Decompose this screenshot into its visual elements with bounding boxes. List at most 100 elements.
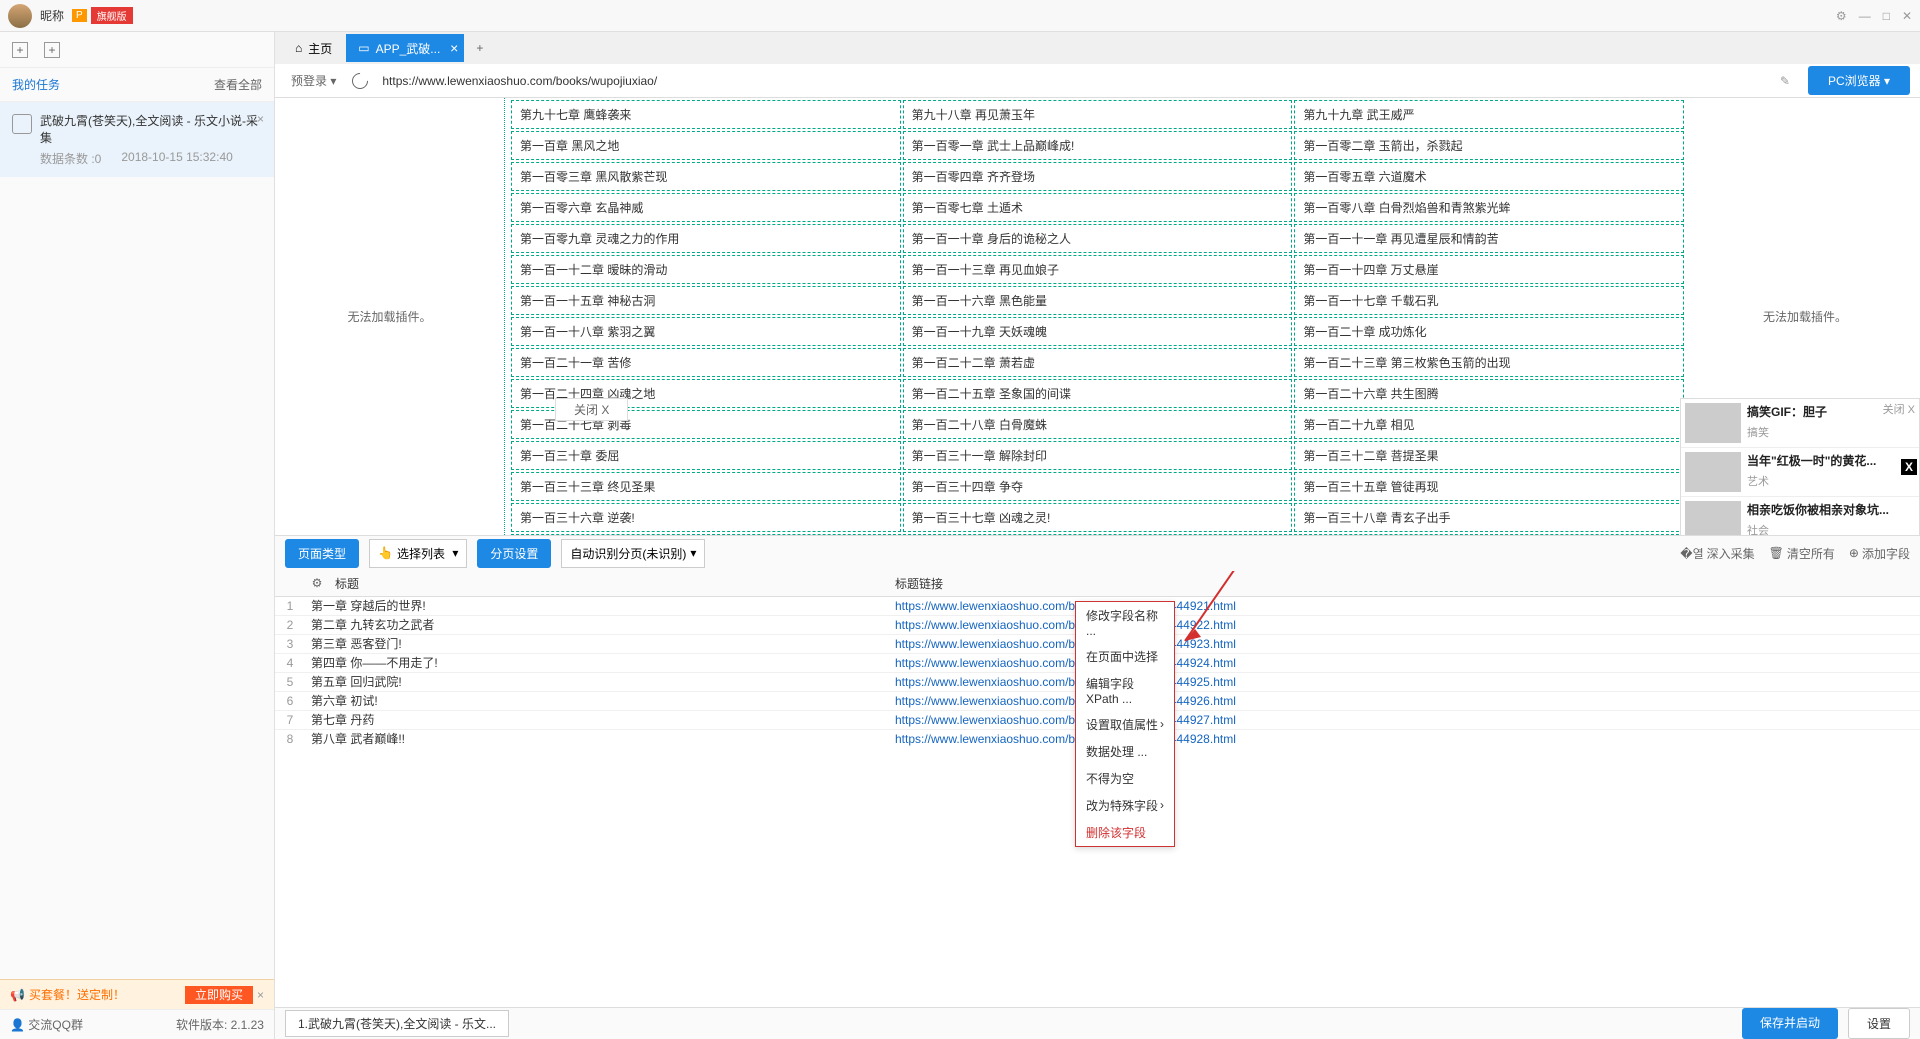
chapter-link[interactable]: 第一百零一章 武士上品巅峰成! (903, 131, 1293, 160)
chapter-link[interactable]: 第一百三十五章 管徒再现 (1294, 472, 1684, 501)
chapter-link[interactable]: 第一百二十五章 圣象国的间谍 (903, 379, 1293, 408)
prelogin-dropdown[interactable]: 预登录 ▾ (285, 72, 342, 89)
row-link[interactable]: https://www.lewenxiaoshuo.com/books/wupo… (889, 675, 1236, 689)
ad-item[interactable]: 相亲吃饭你被相亲对象坑...社会 (1681, 497, 1919, 535)
maximize-icon[interactable]: □ (1883, 9, 1890, 23)
chapter-link[interactable]: 第一百三十二章 菩提圣果 (1294, 441, 1684, 470)
page-type-button[interactable]: 页面类型 (285, 539, 359, 568)
column-title[interactable]: 标题 (329, 575, 889, 592)
chapter-link[interactable]: 第一百零五章 六道魔术 (1294, 162, 1684, 191)
select-list-dropdown[interactable]: 👆 选择列表 ▾ (369, 539, 467, 568)
chapter-link[interactable]: 第一百三十章 委屈 (511, 441, 901, 470)
ctx-select-in-page[interactable]: 在页面中选择 (1076, 643, 1174, 670)
chapter-link[interactable]: 第一百一十一章 再见遭星辰和情韵苦 (1294, 224, 1684, 253)
chapter-link[interactable]: 第一百一十七章 千载石乳 (1294, 286, 1684, 315)
column-link[interactable]: 标题链接 (889, 575, 943, 592)
settings-button[interactable]: 设置 (1848, 1008, 1910, 1039)
edit-icon[interactable]: ✎ (1772, 74, 1798, 88)
row-link[interactable]: https://www.lewenxiaoshuo.com/books/wupo… (889, 732, 1236, 746)
chapter-link[interactable]: 第一百二十八章 白骨魔蛛 (903, 410, 1293, 439)
chapter-link[interactable]: 第一百一十九章 天妖魂魄 (903, 317, 1293, 346)
ctx-special-field[interactable]: 改为特殊字段› (1076, 792, 1174, 819)
tab-active[interactable]: ▭APP_武破...× (346, 34, 464, 62)
reload-icon[interactable] (349, 69, 372, 92)
ad-item[interactable]: 当年"红极一时"的黄花...艺术 (1681, 448, 1919, 497)
ctx-not-null[interactable]: 不得为空 (1076, 765, 1174, 792)
chapter-link[interactable]: 第一百三十六章 逆袭! (511, 503, 901, 532)
gear-icon[interactable]: ⚙ (305, 576, 329, 590)
chapter-link[interactable]: 第一百三十三章 终见圣果 (511, 472, 901, 501)
ad-item[interactable]: 搞笑GIF：胆子搞笑关闭 X (1681, 399, 1919, 448)
task-item[interactable]: 武破九霄(苍笑天),全文阅读 - 乐文小说-采集 数据条数 :0 2018-10… (0, 102, 274, 177)
chapter-link[interactable]: 第一百一十八章 紫羽之翼 (511, 317, 901, 346)
ctx-set-attr[interactable]: 设置取值属性› (1076, 711, 1174, 738)
chapter-link[interactable]: 第一百一十五章 神秘古洞 (511, 286, 901, 315)
chapter-link[interactable]: 第一百四十章 服食菩提根茎 (903, 534, 1293, 535)
row-link[interactable]: https://www.lewenxiaoshuo.com/books/wupo… (889, 656, 1236, 670)
add-field-button[interactable]: ⊕ 添加字段 (1849, 545, 1910, 562)
chapter-link[interactable]: 第一百零七章 土遁术 (903, 193, 1293, 222)
my-tasks-label[interactable]: 我的任务 (12, 76, 60, 93)
chapter-link[interactable]: 第九十七章 鹰蜂袭来 (511, 100, 901, 129)
qq-group-link[interactable]: 👤 交流QQ群 (10, 1016, 83, 1033)
deep-collect-button[interactable]: �열 深入采集 (1680, 545, 1754, 562)
row-link[interactable]: https://www.lewenxiaoshuo.com/books/wupo… (889, 713, 1236, 727)
chapter-link[interactable]: 第九十八章 再见萧玉年 (903, 100, 1293, 129)
chapter-link[interactable]: 第一百一十四章 万丈悬崖 (1294, 255, 1684, 284)
chapter-link[interactable]: 第一百零四章 齐齐登场 (903, 162, 1293, 191)
paging-button[interactable]: 分页设置 (477, 539, 551, 568)
chapter-link[interactable]: 第一百二十九章 相见 (1294, 410, 1684, 439)
chapter-link[interactable]: 第一百二十六章 共生图腾 (1294, 379, 1684, 408)
close-panel-button[interactable]: 关闭 X (555, 398, 628, 421)
auto-paging-dropdown[interactable]: 自动识别分页(未识别) ▾ (561, 539, 705, 568)
chapter-link[interactable]: 第一百二十三章 第三枚紫色玉箭的出现 (1294, 348, 1684, 377)
chapter-link[interactable]: 第一百三十四章 争夺 (903, 472, 1293, 501)
chapter-link[interactable]: 第一百章 黑风之地 (511, 131, 901, 160)
avatar[interactable] (8, 4, 32, 28)
row-link[interactable]: https://www.lewenxiaoshuo.com/books/wupo… (889, 618, 1236, 632)
buy-now-button[interactable]: 立即购买 (185, 986, 253, 1004)
tab-add-button[interactable]: + (466, 41, 493, 55)
row-link[interactable]: https://www.lewenxiaoshuo.com/books/wupo… (889, 599, 1236, 613)
row-link[interactable]: https://www.lewenxiaoshuo.com/books/wupo… (889, 694, 1236, 708)
chapter-link[interactable]: 第一百零二章 玉箭出，杀戮起 (1294, 131, 1684, 160)
settings-icon[interactable]: ⚙ (1836, 9, 1847, 23)
chapter-link[interactable]: 第一百零九章 灵魂之力的作用 (511, 224, 901, 253)
url-input[interactable] (378, 70, 1762, 92)
chapter-link[interactable]: 第一百三十七章 凶魂之灵! (903, 503, 1293, 532)
ad-close-link[interactable]: 关闭 X (1883, 401, 1915, 417)
row-link[interactable]: https://www.lewenxiaoshuo.com/books/wupo… (889, 637, 1236, 651)
chapter-link[interactable]: 第一百三十九章 十万灵魂 (511, 534, 901, 535)
chapter-link[interactable]: 第九十九章 武王威严 (1294, 100, 1684, 129)
chapter-link[interactable]: 第一百一十六章 黑色能量 (903, 286, 1293, 315)
pc-browser-button[interactable]: PC浏览器 ▾ (1808, 66, 1910, 95)
clear-all-button[interactable]: 🗑 清空所有 (1769, 545, 1835, 562)
chapter-link[interactable]: 第一百二十二章 萧若虚 (903, 348, 1293, 377)
promo-close-icon[interactable]: × (257, 988, 264, 1002)
ctx-edit-xpath[interactable]: 编辑字段XPath ... (1076, 670, 1174, 711)
ctx-data-process[interactable]: 数据处理 ... (1076, 738, 1174, 765)
tab-home[interactable]: ⌂主页 (283, 34, 344, 62)
chapter-link[interactable]: 第一百零三章 黑风散紫芒现 (511, 162, 901, 191)
minimize-icon[interactable]: — (1859, 9, 1871, 23)
task-close-icon[interactable]: × (257, 112, 264, 126)
ctx-rename[interactable]: 修改字段名称 ... (1076, 602, 1174, 643)
chapter-link[interactable]: 第一百零六章 玄晶神威 (511, 193, 901, 222)
close-icon[interactable]: ✕ (1902, 9, 1912, 23)
ctx-delete-field[interactable]: 删除该字段 (1076, 819, 1174, 846)
chapter-link[interactable]: 第一百一十三章 再见血娘子 (903, 255, 1293, 284)
save-start-button[interactable]: 保存并启动 (1742, 1008, 1838, 1039)
chapter-link[interactable]: 第一百三十八章 青玄子出手 (1294, 503, 1684, 532)
chapter-link[interactable]: 第一百二十一章 苦修 (511, 348, 901, 377)
bottom-tab[interactable]: 1.武破九霄(苍笑天),全文阅读 - 乐文... (285, 1010, 509, 1037)
chapter-link[interactable]: 第一百四十一章 吞噬凶魂之灵 (1294, 534, 1684, 535)
tab-close-icon[interactable]: × (450, 40, 458, 56)
chapter-link[interactable]: 第一百一十章 身后的诡秘之人 (903, 224, 1293, 253)
view-all-link[interactable]: 查看全部 (214, 76, 262, 93)
chapter-link[interactable]: 第一百二十章 成功炼化 (1294, 317, 1684, 346)
chapter-link[interactable]: 第一百一十二章 暧昧的滑动 (511, 255, 901, 284)
chapter-link[interactable]: 第一百零八章 白骨烈焰兽和青煞紫光蛑 (1294, 193, 1684, 222)
new-task-icon[interactable] (12, 42, 28, 58)
chapter-link[interactable]: 第一百三十一章 解除封印 (903, 441, 1293, 470)
new-folder-icon[interactable] (44, 42, 60, 58)
